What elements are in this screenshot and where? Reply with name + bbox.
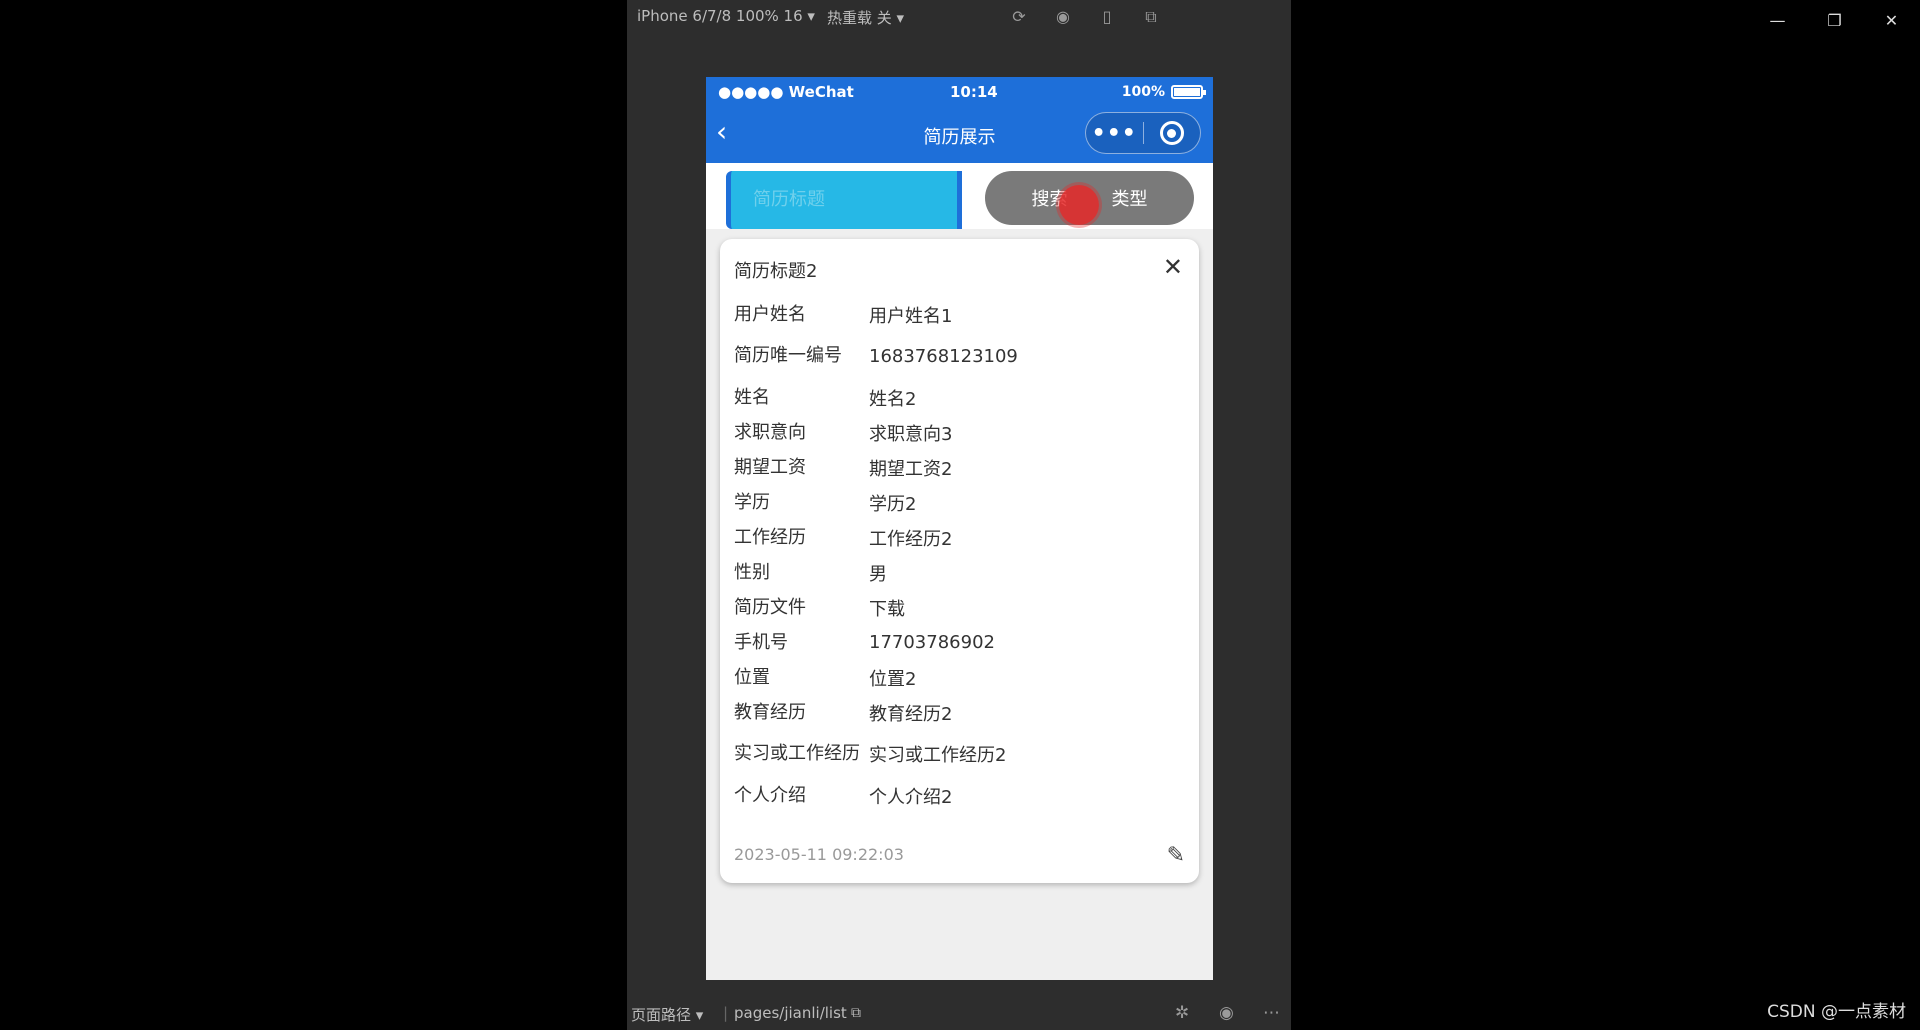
record-icon[interactable]: ◉ xyxy=(1053,7,1073,27)
battery-indicator: 100% xyxy=(1121,84,1206,100)
minimize-button[interactable]: — xyxy=(1749,0,1806,40)
field-label: 教育经历 xyxy=(734,701,806,723)
close-miniprogram-button[interactable] xyxy=(1143,121,1200,145)
field-value: 个人介绍2 xyxy=(869,786,953,808)
field-row: 个人介绍 个人介绍2 xyxy=(734,778,1174,813)
field-label: 实习或工作经历 xyxy=(734,743,860,764)
field-row: 期望工资 期望工资2 xyxy=(734,450,1174,485)
field-value: 位置2 xyxy=(869,668,917,690)
created-date: 2023-05-11 09:22:03 xyxy=(734,845,904,864)
field-label: 性别 xyxy=(734,561,770,583)
search-input[interactable]: 简历标题 xyxy=(726,171,962,229)
field-label: 期望工资 xyxy=(734,456,806,478)
debug-icon[interactable]: ✲ xyxy=(1175,1003,1189,1023)
field-label: 求职意向 xyxy=(734,421,806,443)
field-value: 17703786902 xyxy=(869,632,995,653)
field-label: 工作经历 xyxy=(734,526,806,548)
card-title: 简历标题2 xyxy=(734,261,818,282)
field-value: 工作经历2 xyxy=(869,528,953,550)
field-row: 简历唯一编号 1683768123109 xyxy=(734,332,1174,380)
field-row: 工作经历 工作经历2 xyxy=(734,520,1174,555)
field-row: 性别 男 xyxy=(734,555,1174,590)
battery-percent: 100% xyxy=(1121,84,1165,100)
simulator-footer: 页面路径 ▾ | pages/jianli/list ⧉ ✲ ◉ ⋯ xyxy=(627,996,1291,1030)
field-row: 姓名 姓名2 xyxy=(734,380,1174,415)
field-value: 用户姓名1 xyxy=(869,305,953,327)
search-bar: 简历标题 搜索 类型 xyxy=(706,163,1213,229)
field-value: 1683768123109 xyxy=(869,345,1018,367)
field-label: 个人介绍 xyxy=(734,784,806,806)
menu-capsule: ••• xyxy=(1085,112,1201,154)
window-icon[interactable]: ⧉ xyxy=(1141,7,1161,27)
field-label: 简历唯一编号 xyxy=(734,345,842,366)
click-indicator xyxy=(1059,185,1099,225)
field-row: 位置 位置2 xyxy=(734,660,1174,695)
footer-separator: | xyxy=(723,1004,729,1022)
simulator-panel: iPhone 6/7/8 100% 16 ▾ 热重载 关 ▾ ⟳ ◉ ▯ ⧉ ●… xyxy=(627,0,1291,1030)
edit-icon[interactable]: ✎ xyxy=(1167,843,1185,868)
field-label: 位置 xyxy=(734,666,770,688)
simulator-toolbar: iPhone 6/7/8 100% 16 ▾ 热重载 关 ▾ ⟳ ◉ ▯ ⧉ xyxy=(627,0,1291,34)
navigation-bar: ●●●●● WeChat 10:14 100% ‹ 简历展示 ••• xyxy=(706,77,1213,163)
carrier-label: ●●●●● WeChat xyxy=(718,83,854,101)
field-value: 教育经历2 xyxy=(869,703,953,725)
status-bar: ●●●●● WeChat 10:14 100% xyxy=(718,83,1206,103)
download-link[interactable]: 下载 xyxy=(869,595,1174,621)
resume-detail-card: 简历标题2 ✕ 用户姓名 用户姓名1 简历唯一编号 1683768123109 姓名… xyxy=(720,239,1199,883)
phone-icon[interactable]: ▯ xyxy=(1097,7,1117,27)
device-selector[interactable]: iPhone 6/7/8 100% 16 ▾ xyxy=(637,7,815,25)
type-button-label[interactable]: 类型 xyxy=(1112,185,1148,211)
window-controls: — ❐ ✕ xyxy=(1749,0,1920,40)
target-icon xyxy=(1159,121,1184,145)
page-path: pages/jianli/list xyxy=(734,1004,847,1022)
watermark: CSDN @一点素材 xyxy=(1767,1002,1906,1022)
field-value: 期望工资2 xyxy=(869,458,953,480)
card-footer: 2023-05-11 09:22:03 ✎ xyxy=(734,843,1185,869)
field-row: 简历文件 下载 xyxy=(734,590,1174,625)
field-row: 手机号 17703786902 xyxy=(734,625,1174,660)
copy-icon[interactable]: ⧉ xyxy=(851,1005,861,1021)
field-label: 学历 xyxy=(734,491,770,513)
field-label: 姓名 xyxy=(734,386,770,408)
phone-screen: ●●●●● WeChat 10:14 100% ‹ 简历展示 ••• 简历标题 … xyxy=(706,77,1213,980)
refresh-icon[interactable]: ⟳ xyxy=(1009,7,1029,27)
close-window-button[interactable]: ✕ xyxy=(1863,0,1920,40)
field-row: 实习或工作经历 实习或工作经历2 xyxy=(734,730,1174,778)
field-list: 用户姓名 用户姓名1 简历唯一编号 1683768123109 姓名 姓名2 求职意向… xyxy=(734,297,1174,813)
field-label: 简历文件 xyxy=(734,596,806,618)
field-row: 求职意向 求职意向3 xyxy=(734,415,1174,450)
page-path-selector[interactable]: 页面路径 ▾ xyxy=(631,1004,703,1025)
more-icon[interactable]: ••• xyxy=(1086,121,1143,146)
field-value: 学历2 xyxy=(869,493,917,515)
field-row: 教育经历 教育经历2 xyxy=(734,695,1174,730)
field-value: 求职意向3 xyxy=(869,423,953,445)
close-icon[interactable]: ✕ xyxy=(1163,253,1183,281)
field-label: 手机号 xyxy=(734,631,788,653)
field-row: 用户姓名 用户姓名1 xyxy=(734,297,1174,332)
field-value: 实习或工作经历2 xyxy=(869,745,1007,766)
hot-reload-toggle[interactable]: 热重载 关 ▾ xyxy=(827,7,904,28)
more-options-icon[interactable]: ⋯ xyxy=(1263,1003,1280,1023)
field-value: 姓名2 xyxy=(869,388,917,410)
status-time: 10:14 xyxy=(950,83,998,101)
battery-icon xyxy=(1171,85,1206,99)
field-row: 学历 学历2 xyxy=(734,485,1174,520)
field-label: 用户姓名 xyxy=(734,303,806,325)
eye-icon[interactable]: ◉ xyxy=(1219,1003,1234,1023)
field-value: 男 xyxy=(869,563,887,585)
restore-button[interactable]: ❐ xyxy=(1806,0,1863,40)
